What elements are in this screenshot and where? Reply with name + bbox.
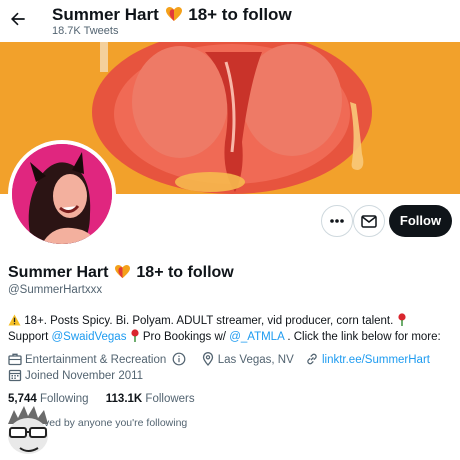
website-link[interactable]: linktr.ee/SummerHart	[322, 354, 430, 366]
profile-meta-row-2: Joined November 2011	[8, 368, 143, 382]
link-icon	[307, 353, 317, 365]
profile-name: Summer Hart 18+ to follow	[8, 264, 234, 282]
back-arrow-icon[interactable]	[8, 9, 28, 29]
calendar-icon	[8, 369, 22, 382]
avatar[interactable]	[8, 140, 116, 248]
rose-emoji-icon	[397, 313, 406, 326]
location-label: Las Vegas, NV	[217, 354, 294, 366]
mascot-watermark-icon	[8, 406, 48, 454]
info-icon[interactable]	[172, 352, 186, 366]
profile-name-suffix: 18+ to follow	[136, 264, 234, 281]
category-label: Entertainment & Recreation	[25, 354, 167, 366]
followed-by-note: ved by anyone you're following	[44, 417, 188, 429]
followers-label: Followers	[145, 393, 195, 405]
header-title: Summer Hart 18+ to follow	[52, 5, 292, 25]
followers-count: 113.1K	[105, 393, 143, 405]
profile-meta-row-1: Entertainment & Recreation Las Vegas, NV…	[8, 352, 430, 366]
more-button[interactable]	[321, 205, 353, 237]
followers-link[interactable]: 113.1K Followers	[106, 393, 195, 405]
briefcase-icon	[8, 353, 22, 366]
avatar-image	[12, 144, 112, 244]
header-name: Summer Hart	[52, 5, 159, 24]
follow-button[interactable]: Follow	[389, 205, 452, 237]
top-bar: Summer Hart 18+ to follow 18.7K Tweets	[0, 0, 460, 42]
bio-text-2c: . Click the link below for more:	[287, 331, 441, 343]
more-icon	[330, 219, 344, 223]
message-button[interactable]	[353, 205, 385, 237]
mention-link-swaidvegas[interactable]: @SwaidVegas	[51, 331, 126, 343]
bio-line-2: Support @SwaidVegas Pro Bookings w/ @_AT…	[8, 329, 456, 345]
bio-line-1: 18+. Posts Spicy. Bi. Polyam. ADULT stre…	[8, 313, 456, 329]
warning-emoji-icon	[8, 314, 21, 326]
heart-emoji-icon	[114, 264, 130, 279]
bio-text-2b: Pro Bookings w/	[142, 331, 226, 343]
bio-text-2a: Support	[8, 331, 49, 343]
mention-link-atmla[interactable]: @_ATMLA	[229, 331, 284, 343]
bio-text-1: 18+. Posts Spicy. Bi. Polyam. ADULT stre…	[24, 315, 394, 327]
location-icon	[202, 352, 213, 366]
joined-date: Joined November 2011	[25, 370, 144, 382]
profile-handle: @SummerHartxxx	[8, 284, 103, 296]
rose-emoji-icon	[131, 329, 139, 342]
message-icon	[361, 215, 377, 228]
heart-emoji-icon	[165, 7, 182, 21]
header-name-suffix: 18+ to follow	[188, 5, 292, 24]
profile-bio: 18+. Posts Spicy. Bi. Polyam. ADULT stre…	[8, 313, 456, 345]
tweet-count: 18.7K Tweets	[52, 25, 119, 37]
profile-name-text: Summer Hart	[8, 264, 109, 281]
